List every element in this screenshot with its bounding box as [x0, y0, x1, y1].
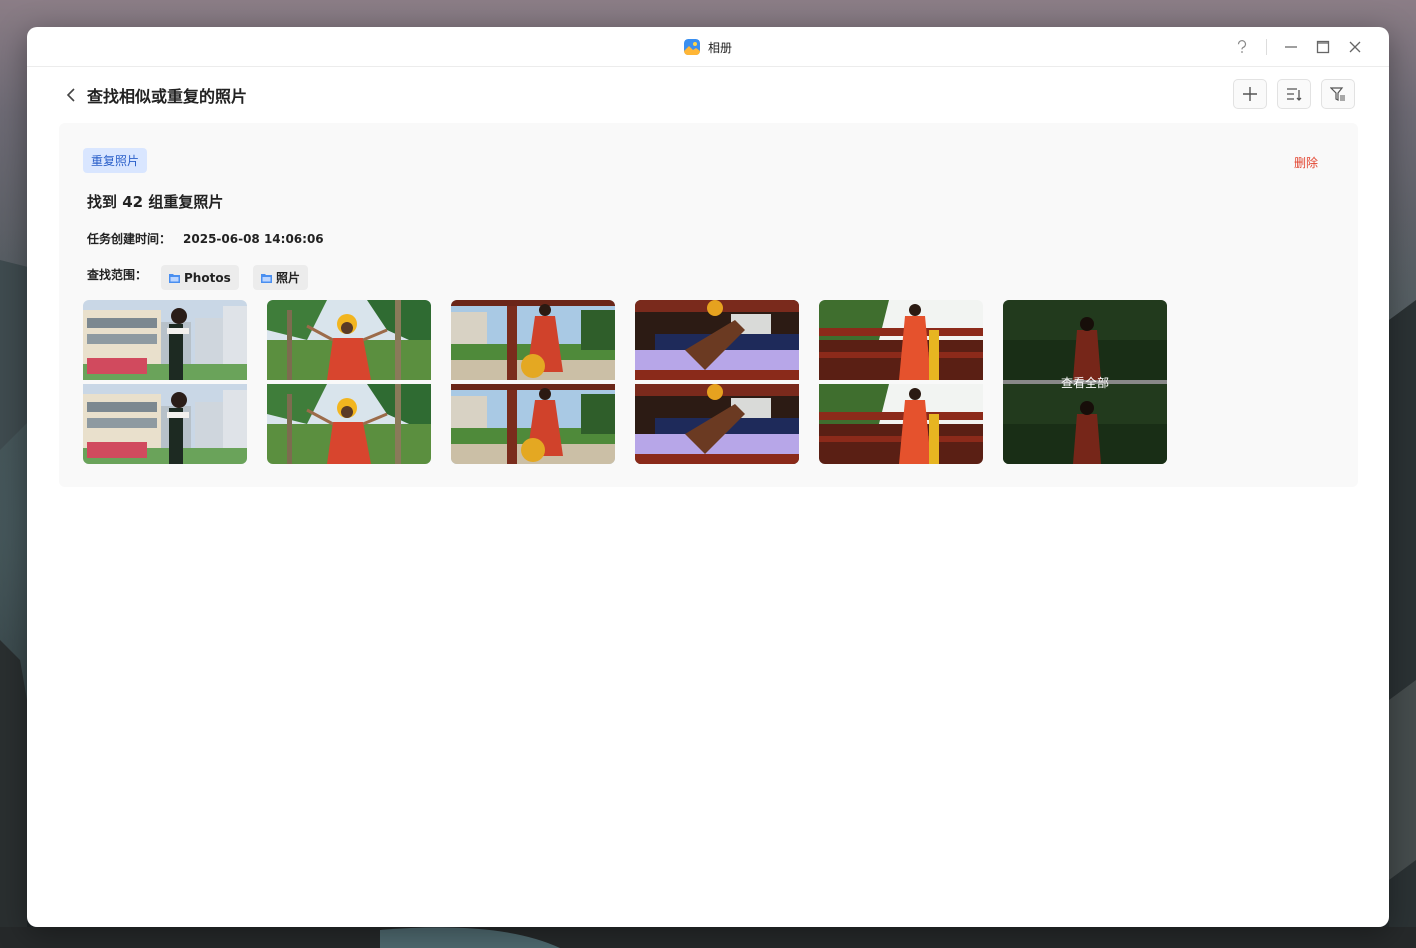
- folder-icon: [261, 273, 272, 283]
- view-all-tile[interactable]: 查看全部: [1003, 300, 1167, 464]
- app-title-text: 相册: [707, 40, 732, 55]
- duplicate-group-3[interactable]: [451, 300, 615, 464]
- window-controls: [1226, 27, 1371, 67]
- chevron-left-icon: [66, 88, 75, 102]
- duplicate-group-4[interactable]: [635, 300, 799, 464]
- task-created-label: 任务创建时间：: [87, 232, 172, 246]
- title-bar: 相册: [27, 27, 1389, 67]
- help-icon[interactable]: [1226, 27, 1258, 67]
- sort-icon: [1287, 88, 1302, 101]
- plus-icon: [1243, 87, 1257, 101]
- duplicate-group-5[interactable]: [819, 300, 983, 464]
- scope-folder-label: 照片: [276, 271, 301, 285]
- view-all-button[interactable]: 查看全部: [1003, 300, 1167, 464]
- minimize-icon[interactable]: [1275, 27, 1307, 67]
- photo-thumbnail: [451, 300, 615, 380]
- filter-button[interactable]: [1321, 79, 1355, 109]
- photo-thumbnail: [451, 384, 615, 464]
- app-title: 相册: [27, 27, 1389, 67]
- window-controls-divider: [1266, 39, 1267, 55]
- filter-icon: [1330, 87, 1345, 101]
- found-count-title: 找到 42 组重复照片: [87, 193, 224, 211]
- page-title: 查找相似或重复的照片: [87, 87, 248, 106]
- folder-icon: [169, 273, 180, 283]
- photo-thumbnail: [819, 300, 983, 380]
- scope-folder-photos[interactable]: Photos: [161, 265, 239, 290]
- scope-folder-zhaopian[interactable]: 照片: [253, 265, 309, 290]
- scope-label: 查找范围：: [87, 268, 148, 282]
- duplicate-result-card: 重复照片 删除 找到 42 组重复照片 任务创建时间： 2025-06-08 14…: [59, 123, 1358, 487]
- maximize-icon[interactable]: [1307, 27, 1339, 67]
- album-window: 相册 查找相似或重复的照片 重复照片 删除 找到 42 组重复照片 任务创建时间…: [27, 27, 1389, 927]
- page-header: 查找相似或重复的照片: [27, 67, 1389, 123]
- task-created-value: 2025-06-08 14:06:06: [183, 232, 324, 246]
- add-button[interactable]: [1233, 79, 1267, 109]
- photo-thumbnail: [819, 384, 983, 464]
- sort-button[interactable]: [1277, 79, 1311, 109]
- photo-thumbnail: [635, 300, 799, 380]
- task-created-row: 任务创建时间： 2025-06-08 14:06:06: [87, 230, 324, 247]
- duplicate-group-1[interactable]: [83, 300, 247, 464]
- delete-button[interactable]: 删除: [1294, 154, 1318, 171]
- photo-thumbnail: [267, 300, 431, 380]
- duplicate-photos-badge: 重复照片: [83, 148, 148, 173]
- photo-thumbnail: [83, 384, 247, 464]
- album-app-icon: [683, 39, 700, 55]
- photo-thumbnail: [83, 300, 247, 380]
- photo-thumbnail: [635, 384, 799, 464]
- scope-folder-label: Photos: [184, 270, 231, 285]
- close-icon[interactable]: [1339, 27, 1371, 67]
- duplicate-group-2[interactable]: [267, 300, 431, 464]
- photo-thumbnail: [267, 384, 431, 464]
- back-button[interactable]: [61, 84, 81, 106]
